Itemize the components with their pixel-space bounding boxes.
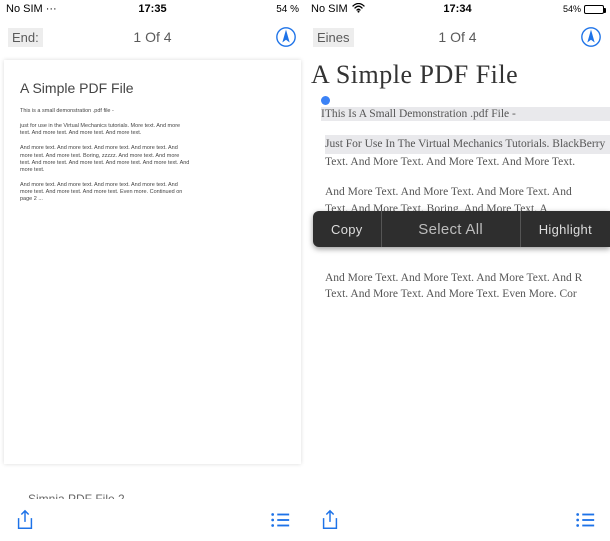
menu-highlight[interactable]: Highlight [521,211,610,247]
bottom-toolbar [305,499,610,541]
doc-line: Text. And More Text. And More Text. And … [325,154,610,171]
doc-line: And More Text. And More Text. And More T… [325,270,610,287]
left-screen: No SIM ··· 17:35 54 % End: 1 Of 4 A Simp… [0,0,305,541]
doc-title: A Simple PDF File [20,80,285,96]
doc-paragraph: And more text. And more text. And more t… [20,182,190,203]
menu-select-all[interactable]: Select All [382,211,521,247]
page-indicator: 1 Of 4 [0,29,305,45]
menu-copy[interactable]: Copy [313,211,382,247]
page-indicator: 1 Of 4 [305,29,610,45]
pdf-page[interactable]: A Simple PDF File This is a small demons… [4,60,301,464]
doc-paragraph: just for use in the Virtual Mechanics tu… [20,123,190,137]
nav-bar: Eines 1 Of 4 [305,18,610,56]
doc-title: A Simple PDF File [311,60,610,90]
share-icon[interactable] [14,509,36,531]
selection-handle[interactable] [321,96,330,105]
clock: 17:34 [305,3,610,15]
status-bar: No SIM ··· 17:35 54 % [0,0,305,18]
list-icon[interactable] [269,509,291,531]
doc-line: Text. And More Text. And More Text. Even… [325,286,610,303]
list-icon[interactable] [574,509,596,531]
doc-paragraph: And more text. And more text. And more t… [20,145,190,174]
pdf-page-zoomed[interactable]: A Simple PDF File IThis Is A Small Demon… [305,60,610,303]
context-menu: Copy Select All Highlight [313,211,610,247]
clock: 17:35 [0,3,305,15]
right-screen: No SIM 17:34 54% Eines 1 Of 4 A Simple P… [305,0,610,541]
doc-line: And More Text. And More Text. And More T… [325,184,610,201]
bottom-toolbar [0,499,305,541]
doc-line: Just For Use In The Virtual Mechanics Tu… [325,135,610,154]
nav-bar: End: 1 Of 4 [0,18,305,56]
doc-paragraph: This is a small demonstration .pdf file … [20,108,190,115]
doc-line: IThis Is A Small Demonstration .pdf File… [321,107,610,121]
status-bar: No SIM 17:34 54% [305,0,610,18]
battery-icon [584,5,604,14]
share-icon[interactable] [319,509,341,531]
